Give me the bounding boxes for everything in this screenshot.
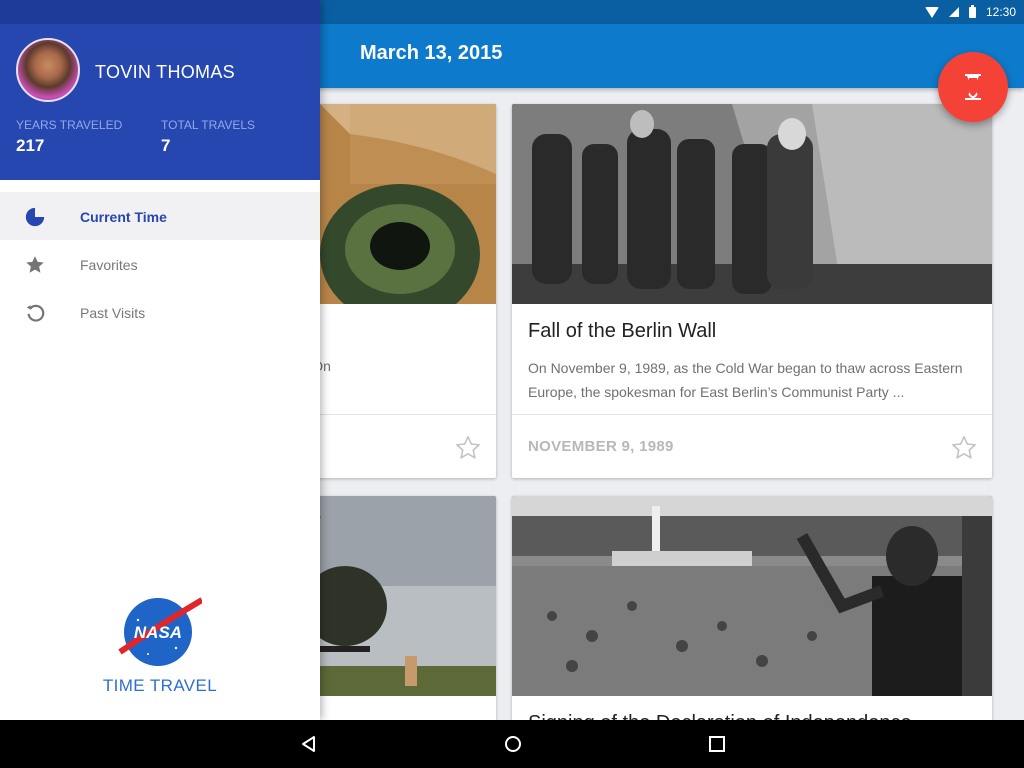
brand-caption: TIME TRAVEL [102,676,218,695]
signal-icon [948,7,959,17]
stat-label: TOTAL TRAVELS [161,118,256,132]
wifi-icon [924,6,939,18]
drawer-item-favorites[interactable]: Favorites [0,240,320,288]
star-icon [26,256,44,273]
stat-value: 217 [16,136,45,155]
card-image [512,104,992,304]
card-divider [512,414,992,415]
card-title: Fall of the Berlin Wall [528,320,717,342]
berlin-wall-image [512,104,992,304]
card-description: On November 9, 1989, as the Cold War beg… [528,360,963,400]
avatar[interactable] [16,38,80,102]
favorite-star-icon[interactable] [454,434,482,462]
card-image [512,496,992,696]
user-name: TOVIN THOMAS [95,62,235,82]
page-title: March 13, 2015 [360,42,503,64]
nasa-logo-text: NASA [134,623,182,642]
system-nav-bar [0,720,1024,768]
event-card[interactable]: Fall of the Berlin Wall On November 9, 1… [512,104,992,478]
stat-label: YEARS TRAVELED [16,118,123,132]
history-icon [26,304,45,322]
drawer-nav-list: Current Time Favorites Past Visits [0,192,320,336]
clock-pie-icon [25,207,45,227]
nasa-logo: NASA [118,597,202,666]
status-time: 12:30 [985,5,1016,19]
drawer-header: TOVIN THOMAS YEARS TRAVELED 217 TOTAL TR… [0,0,320,180]
drawer-item-current-time[interactable]: Current Time [0,192,320,240]
drawer-item-label: Current Time [80,209,167,225]
event-card[interactable]: Signing of the Declaration of Independen… [512,496,992,756]
navigation-drawer: TOVIN THOMAS YEARS TRAVELED 217 TOTAL TR… [0,0,320,720]
drawer-item-label: Past Visits [80,305,146,321]
back-icon[interactable] [299,734,319,754]
time-travel-fab-button[interactable] [938,52,1008,122]
drawer-item-past-visits[interactable]: Past Visits [0,288,320,336]
recents-icon[interactable] [707,734,727,754]
card-date: NOVEMBER 9, 1989 [528,438,674,455]
favorite-star-icon[interactable] [950,434,978,462]
hourglass-icon [963,74,983,100]
stat-value: 7 [161,136,171,155]
march-image [512,496,992,696]
battery-icon [968,4,976,18]
drawer-status-strip [0,0,320,24]
home-icon[interactable] [503,734,523,754]
drawer-item-label: Favorites [80,257,138,273]
